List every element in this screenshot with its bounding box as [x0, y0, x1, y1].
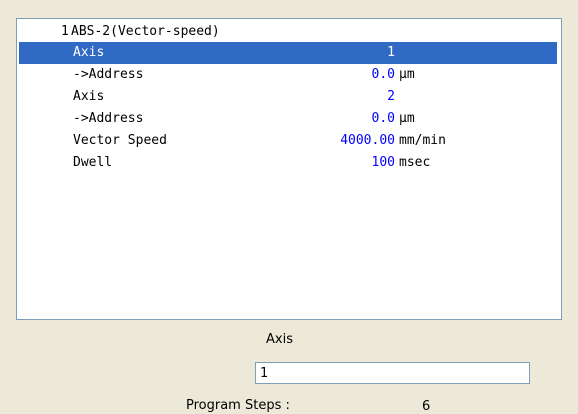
param-label: Axis [73, 45, 105, 60]
param-row-dwell[interactable]: Dwell 100 msec [19, 152, 557, 174]
param-value: 0.0 [371, 111, 395, 126]
param-unit: μm [399, 67, 415, 82]
field-label: Axis [266, 332, 293, 347]
param-label: ->Address [73, 111, 144, 126]
param-value: 1 [387, 45, 395, 60]
program-number: 1 [61, 24, 69, 39]
param-row-axis-2[interactable]: Axis 2 [19, 86, 557, 108]
axis-value-input[interactable] [255, 362, 530, 384]
param-label: Axis [73, 89, 105, 104]
param-unit: mm/min [399, 133, 446, 148]
param-label: ->Address [73, 67, 144, 82]
program-steps-label: Program Steps : [186, 398, 290, 413]
param-value: 100 [371, 155, 395, 170]
program-steps-value: 6 [422, 399, 431, 414]
param-row-vector-speed[interactable]: Vector Speed 4000.00 mm/min [19, 130, 557, 152]
param-unit: μm [399, 111, 415, 126]
param-value: 2 [387, 89, 395, 104]
param-row-axis-1[interactable]: Axis 1 [19, 42, 557, 64]
program-title: 1 ABS-2(Vector-speed) [17, 23, 561, 41]
param-label: Vector Speed [73, 133, 167, 148]
param-row-address-2[interactable]: ->Address 0.0 μm [19, 108, 557, 130]
program-name: ABS-2(Vector-speed) [71, 24, 220, 39]
param-label: Dwell [73, 155, 113, 170]
param-value: 4000.00 [340, 133, 395, 148]
param-unit: msec [399, 155, 431, 170]
parameter-list[interactable]: 1 ABS-2(Vector-speed) Axis 1 ->Address 0… [16, 18, 562, 320]
param-value: 0.0 [371, 67, 395, 82]
param-row-address-1[interactable]: ->Address 0.0 μm [19, 64, 557, 86]
